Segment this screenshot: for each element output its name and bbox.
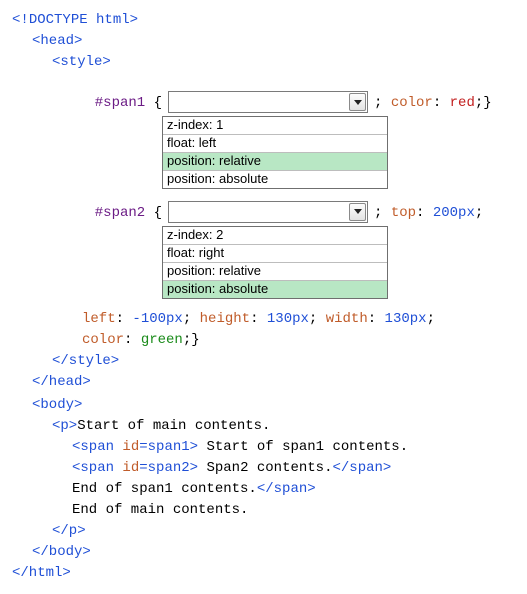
- code-token: ;: [374, 205, 391, 221]
- code-token: left: [82, 311, 116, 327]
- rule-tail: ; color: red;}: [368, 91, 492, 114]
- list-item[interactable]: position: absolute: [163, 171, 387, 188]
- code-token: <body>: [32, 397, 82, 413]
- code-line: <span id=span1> Start of span1 contents.: [12, 437, 515, 458]
- code-token: ;: [183, 311, 200, 327]
- chevron-down-icon[interactable]: [349, 203, 366, 221]
- code-token: ;: [475, 205, 483, 221]
- code-token: id: [122, 439, 139, 455]
- code-line: </head>: [12, 372, 515, 393]
- code-token: green: [141, 332, 183, 348]
- code-line: <p>Start of main contents.: [12, 416, 515, 437]
- rule-tail: ; top: 200px;: [368, 201, 483, 224]
- code-token: Start of main contents.: [77, 418, 270, 434]
- code-token: >: [190, 460, 198, 476]
- rule-selector-lead: #span2 {: [12, 201, 168, 224]
- span2-combobox[interactable]: [168, 201, 368, 223]
- code-token: span1: [148, 439, 190, 455]
- list-item[interactable]: position: absolute: [163, 281, 387, 298]
- code-token: ;}: [475, 95, 492, 111]
- code-token: :: [368, 311, 385, 327]
- code-token: End of main contents.: [72, 502, 248, 518]
- code-token: id: [122, 460, 139, 476]
- code-token: </span>: [257, 481, 316, 497]
- code-token: <!: [12, 12, 29, 28]
- code-token: </head>: [32, 374, 91, 390]
- code-line: left: -100px; height: 130px; width: 130p…: [82, 309, 515, 330]
- rule-selector-lead: #span1 {: [12, 91, 168, 114]
- code-token: {: [145, 205, 162, 221]
- code-line: </p>: [12, 521, 515, 542]
- code-token: html>: [88, 12, 138, 28]
- code-token: height: [200, 311, 250, 327]
- code-token: ;: [374, 95, 391, 111]
- list-item[interactable]: position: relative: [163, 153, 387, 171]
- selector-text: #span2: [95, 205, 145, 221]
- code-token: <head>: [32, 33, 82, 49]
- code-token: :: [124, 332, 141, 348]
- code-token: 200px: [433, 205, 475, 221]
- code-token: <style>: [52, 54, 111, 70]
- span2-listbox[interactable]: z-index: 2 float: right position: relati…: [162, 226, 388, 299]
- code-token: </p>: [52, 523, 86, 539]
- list-item[interactable]: z-index: 1: [163, 117, 387, 135]
- code-token: ;: [427, 311, 435, 327]
- code-token: </html>: [12, 565, 71, 581]
- code-token: {: [145, 95, 162, 111]
- code-token: :: [116, 311, 133, 327]
- span1-listbox[interactable]: z-index: 1 float: left position: relativ…: [162, 116, 388, 189]
- code-line: <!DOCTYPE html>: [12, 10, 515, 31]
- code-token: Span2 contents.: [198, 460, 332, 476]
- code-line: </style>: [12, 351, 515, 372]
- code-token: =: [139, 460, 147, 476]
- code-token: :: [416, 205, 433, 221]
- code-token: 130px: [267, 311, 309, 327]
- list-item[interactable]: z-index: 2: [163, 227, 387, 245]
- code-token: >: [190, 439, 198, 455]
- code-token: <span: [72, 460, 122, 476]
- code-line: </body>: [12, 542, 515, 563]
- code-line: <body>: [12, 395, 515, 416]
- chevron-down-icon[interactable]: [349, 93, 366, 111]
- code-token: <span: [72, 439, 122, 455]
- code-token: color: [391, 95, 433, 111]
- list-item[interactable]: position: relative: [163, 263, 387, 281]
- span1-combobox[interactable]: [168, 91, 368, 113]
- rule-row-span2: #span2 { ; top: 200px;: [12, 201, 515, 224]
- code-token: :: [250, 311, 267, 327]
- code-token: red: [450, 95, 475, 111]
- code-token: Start of span1 contents.: [198, 439, 408, 455]
- code-token: -100px: [132, 311, 182, 327]
- code-token: ;: [309, 311, 326, 327]
- code-token: width: [326, 311, 368, 327]
- code-token: :: [433, 95, 450, 111]
- code-line: color: green;}: [82, 330, 515, 351]
- code-token: color: [82, 332, 124, 348]
- code-line: End of main contents.: [12, 500, 515, 521]
- list-item[interactable]: float: left: [163, 135, 387, 153]
- code-line: <span id=span2> Span2 contents.</span>: [12, 458, 515, 479]
- code-token: ;}: [183, 332, 200, 348]
- code-line: <head>: [12, 31, 515, 52]
- selector-text: #span1: [95, 95, 145, 111]
- code-token: 130px: [385, 311, 427, 327]
- code-token: </body>: [32, 544, 91, 560]
- code-token: </style>: [52, 353, 119, 369]
- code-line: <style>: [12, 52, 515, 73]
- code-token: =: [139, 439, 147, 455]
- code-token: DOCTYPE: [29, 12, 88, 28]
- list-item[interactable]: float: right: [163, 245, 387, 263]
- code-token: End of span1 contents.: [72, 481, 257, 497]
- code-token: top: [391, 205, 416, 221]
- code-token: </span>: [332, 460, 391, 476]
- code-line: End of span1 contents.</span>: [12, 479, 515, 500]
- code-token: span2: [148, 460, 190, 476]
- code-line: </html>: [12, 563, 515, 584]
- rule-row-span1: #span1 { ; color: red;}: [12, 91, 515, 114]
- code-token: <p>: [52, 418, 77, 434]
